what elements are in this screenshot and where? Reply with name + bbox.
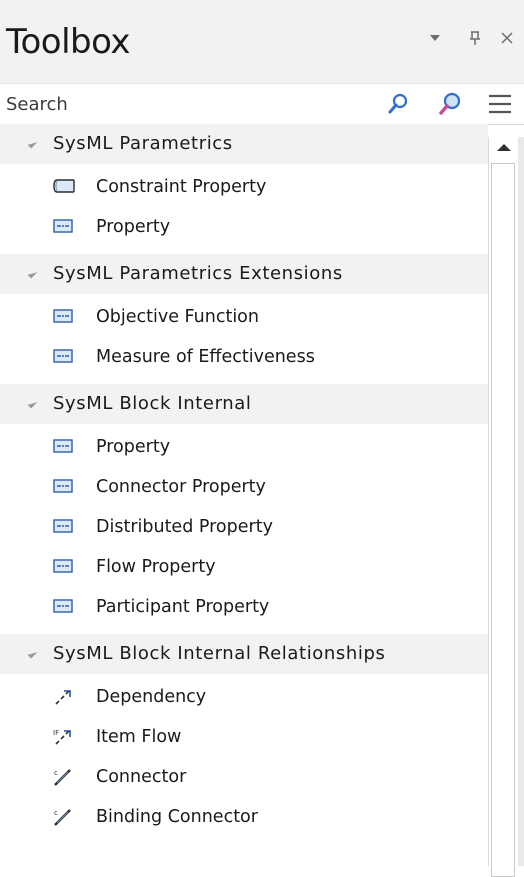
toolbox-item-label: Property [96,217,171,237]
group-header[interactable]: SysML Parametrics Extensions [0,254,488,294]
group-header[interactable]: SysML Block Internal [0,384,488,424]
vertical-scrollbar[interactable] [488,137,519,877]
close-icon[interactable] [500,30,514,50]
group-title: SysML Block Internal [53,393,252,414]
toolbox-item-connector-property[interactable]: Connector Property [0,468,488,508]
toolbox-item-label: Distributed Property [96,517,273,537]
toolbox-item-label: Dependency [96,687,207,707]
collapse-triangle-icon [27,398,38,409]
toolbox-item-label: Property [96,437,171,457]
group-header[interactable]: SysML Block Internal Relationships [0,634,488,674]
svg-text:c: c [54,769,58,777]
toolbox-content: SysML Parametrics Constraint Property Pr… [0,124,488,866]
toolbox-item-label: Connector [96,767,187,787]
dropdown-arrow-icon[interactable] [428,30,442,50]
search-bar [0,83,524,125]
connector-icon: c [53,768,73,786]
property-icon [53,598,73,614]
svg-text:c: c [54,809,58,817]
group-sysml-parametrics-extensions: SysML Parametrics Extensions Objective F… [0,254,488,384]
window-edge [518,137,524,866]
svg-text:IF: IF [53,729,59,737]
toolbox-item-label: Objective Function [96,307,259,327]
advanced-search-icon[interactable] [436,90,464,118]
property-icon [53,438,73,454]
window-title: Toolbox [6,22,131,62]
toolbox-titlebar: Toolbox [0,0,524,83]
property-icon [53,478,73,494]
group-title: SysML Parametrics Extensions [53,263,343,284]
property-icon [53,558,73,574]
toolbox-item-label: Item Flow [96,727,182,747]
group-sysml-parametrics: SysML Parametrics Constraint Property Pr… [0,124,488,254]
menu-icon[interactable] [486,92,514,120]
toolbox-item-participant-property[interactable]: Participant Property [0,588,488,628]
toolbox-item-distributed-property[interactable]: Distributed Property [0,508,488,548]
toolbox-item-item-flow[interactable]: IF Item Flow [0,718,488,758]
toolbox-item-connector[interactable]: c Connector [0,758,488,798]
property-icon [53,308,73,324]
collapse-triangle-icon [27,268,38,279]
group-title: SysML Block Internal Relationships [53,643,386,664]
binding-connector-icon: c [53,808,73,826]
toolbox-item-property[interactable]: Property [0,428,488,468]
scroll-up-arrow-icon[interactable] [489,137,519,159]
group-header[interactable]: SysML Parametrics [0,124,488,164]
search-input[interactable] [0,84,410,124]
toolbox-item-dependency[interactable]: Dependency [0,678,488,718]
property-icon [53,218,73,234]
toolbox-item-constraint-property[interactable]: Constraint Property [0,168,488,208]
toolbox-item-property[interactable]: Property [0,208,488,248]
group-sysml-block-internal-relationships: SysML Block Internal Relationships Depen… [0,634,488,844]
constraint-property-icon [53,178,75,194]
toolbox-item-label: Constraint Property [96,177,267,197]
property-icon [53,518,73,534]
scrollbar-thumb[interactable] [491,163,515,877]
property-icon [53,348,73,364]
collapse-triangle-icon [27,138,38,149]
toolbox-item-objective-function[interactable]: Objective Function [0,298,488,338]
toolbox-item-label: Binding Connector [96,807,258,827]
pin-icon[interactable] [468,30,482,51]
toolbox-item-label: Measure of Effectiveness [96,347,315,367]
group-title: SysML Parametrics [53,133,233,154]
group-sysml-block-internal: SysML Block Internal Property Connector … [0,384,488,634]
toolbox-item-measure-of-effectiveness[interactable]: Measure of Effectiveness [0,338,488,378]
collapse-triangle-icon [27,648,38,659]
toolbox-item-label: Participant Property [96,597,270,617]
toolbox-item-flow-property[interactable]: Flow Property [0,548,488,588]
toolbox-item-label: Flow Property [96,557,216,577]
item-flow-icon: IF [53,728,73,745]
toolbox-item-label: Connector Property [96,477,266,497]
toolbox-item-binding-connector[interactable]: c Binding Connector [0,798,488,838]
search-icon[interactable] [384,90,412,118]
dependency-icon [53,688,73,705]
